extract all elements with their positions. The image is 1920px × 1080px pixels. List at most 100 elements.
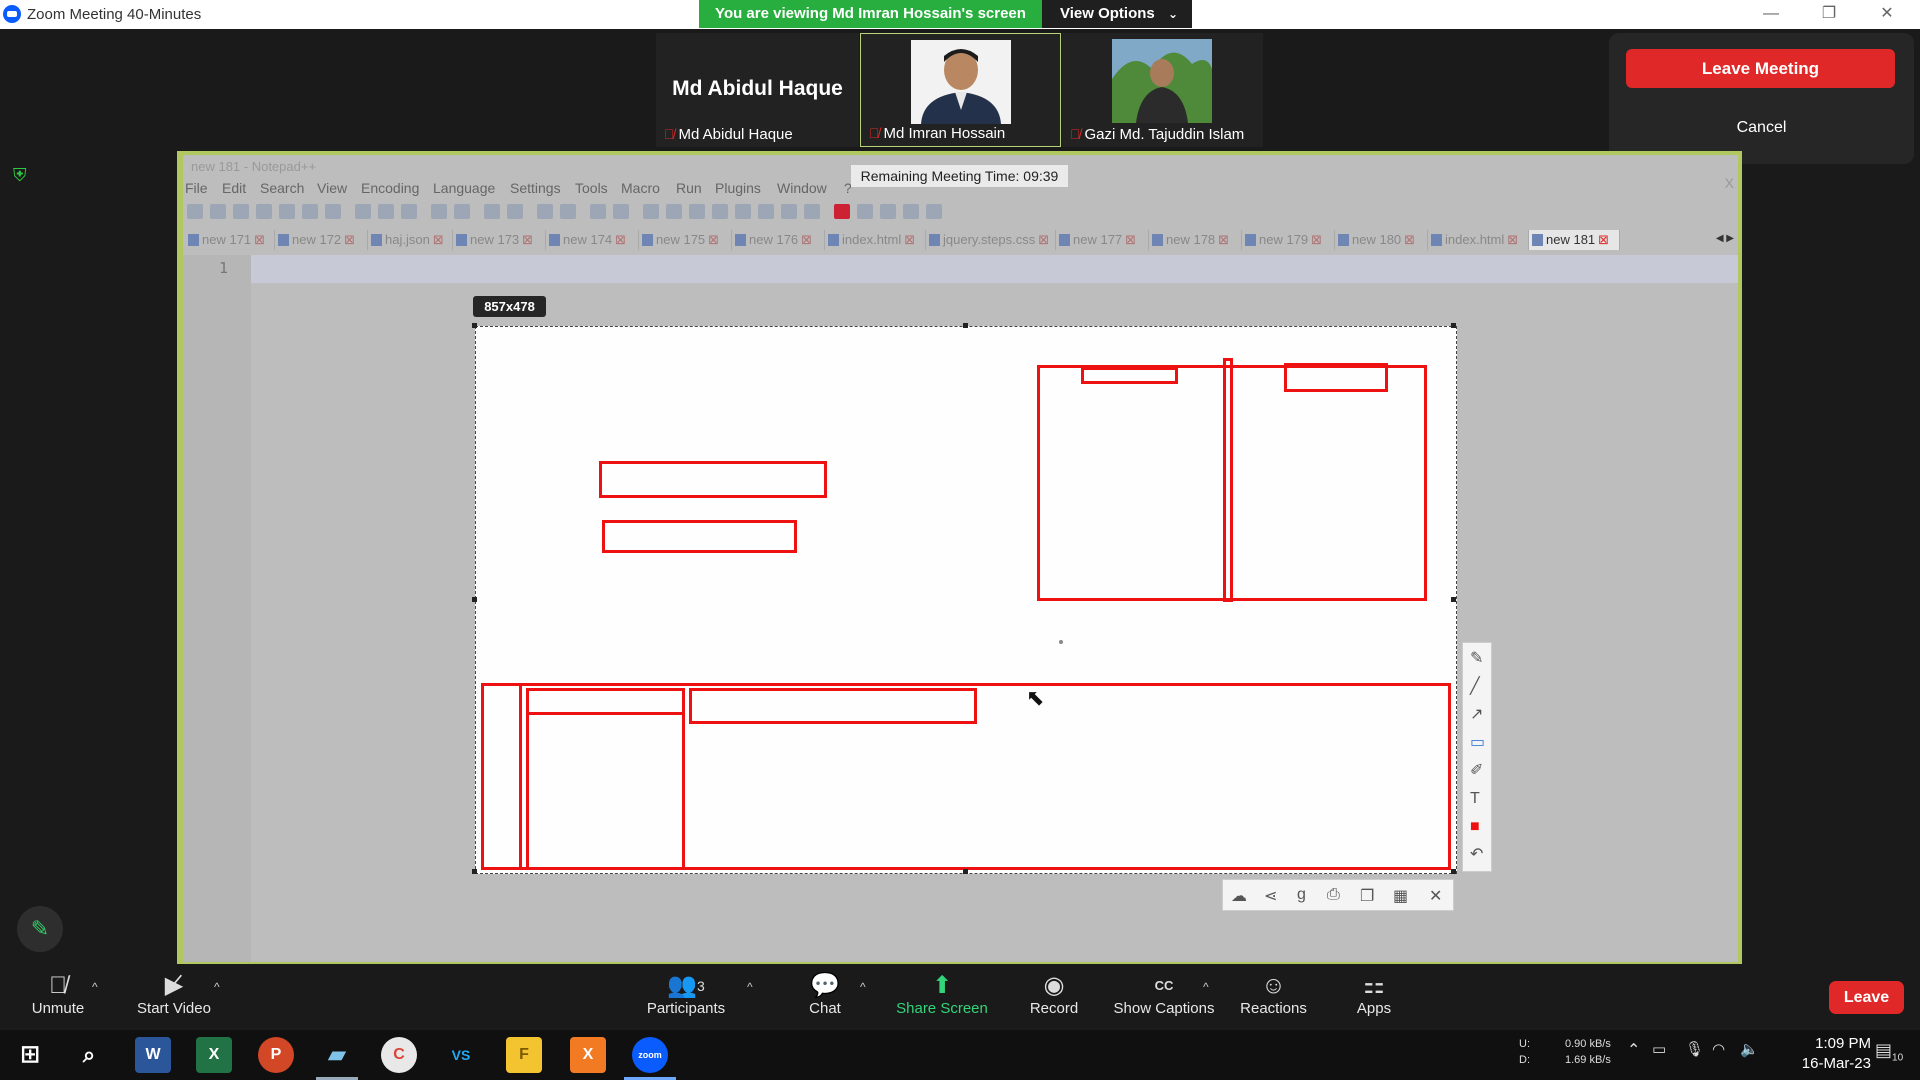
resize-handle[interactable]: [963, 869, 968, 874]
resize-handle[interactable]: [472, 869, 477, 874]
net-upload-label: U:: [1519, 1038, 1530, 1050]
notepad-app-icon[interactable]: ▰: [319, 1037, 355, 1073]
video-options-caret[interactable]: ^: [214, 980, 220, 994]
notepad-toolbar: [183, 200, 1738, 224]
audio-options-caret[interactable]: ^: [92, 980, 98, 994]
microphone-icon[interactable]: 🎙: [1685, 1040, 1704, 1058]
save-icon: [233, 204, 249, 219]
file-explorer-icon[interactable]: F: [506, 1037, 542, 1073]
participant-name: Md Abidul Haque: [678, 126, 793, 143]
redo-icon: [454, 204, 470, 219]
unmute-label: Unmute: [31, 1000, 85, 1017]
print-icon[interactable]: ⎙: [1327, 886, 1340, 904]
chat-button[interactable]: 💬 Chat: [805, 972, 845, 1017]
menu-item: Encoding: [361, 180, 420, 196]
function-list-icon: [758, 204, 774, 219]
copy-icon[interactable]: ❐: [1360, 886, 1374, 906]
zoom-out-icon: [560, 204, 576, 219]
leave-meeting-button[interactable]: Leave Meeting: [1626, 49, 1895, 88]
wrap-icon: [643, 204, 659, 219]
battery-icon[interactable]: ▭: [1652, 1040, 1666, 1058]
wifi-icon[interactable]: ◠: [1712, 1040, 1725, 1058]
menu-item: Tools: [575, 180, 608, 196]
sync-h-icon: [613, 204, 629, 219]
minimize-button[interactable]: —: [1742, 0, 1800, 29]
pen-icon[interactable]: ✎: [1470, 651, 1483, 667]
powerpoint-app-icon[interactable]: P: [258, 1037, 294, 1073]
snip-draw-tools: ✎ ╱ ↗ ▭ ✐ T ■ ↶: [1462, 642, 1492, 872]
new-file-icon: [187, 204, 203, 219]
share-icon[interactable]: ⋖: [1264, 886, 1277, 906]
windows-start-icon[interactable]: ⊞: [12, 1037, 48, 1073]
participants-caret[interactable]: ^: [747, 980, 753, 994]
participant-tile[interactable]: 🎙̸ Gazi Md. Tajuddin Islam: [1062, 33, 1263, 147]
menu-item: Run: [676, 180, 702, 196]
search-google-icon[interactable]: g: [1297, 886, 1306, 904]
annotation-rect: [689, 688, 977, 724]
participants-button[interactable]: 👥3 Participants: [645, 972, 727, 1017]
apps-button[interactable]: ⚏ Apps: [1355, 972, 1393, 1017]
upload-cloud-icon[interactable]: ☁: [1231, 886, 1247, 906]
view-options-button[interactable]: View Options ⌄: [1042, 0, 1192, 28]
chrome-app-icon[interactable]: C: [381, 1037, 417, 1073]
vscode-app-icon[interactable]: VS: [443, 1037, 479, 1073]
save-icon[interactable]: ▦: [1393, 886, 1408, 906]
arrow-icon[interactable]: ↗: [1470, 707, 1483, 723]
clock-time: 1:09 PM: [1815, 1035, 1871, 1052]
security-shield-icon[interactable]: ⛨: [13, 165, 31, 185]
file-tab: new 176 ⊠: [732, 230, 825, 250]
file-tab: index.html ⊠: [1428, 230, 1529, 250]
record-label: Record: [1029, 1000, 1079, 1017]
menu-item: View: [317, 180, 348, 196]
zoom-app-icon[interactable]: zoom: [632, 1037, 668, 1073]
participant-tile-active[interactable]: 🎙̸ Md Imran Hossain: [860, 33, 1061, 147]
show-captions-button[interactable]: CC Show Captions: [1113, 972, 1215, 1017]
start-video-button[interactable]: ▶̸ Start Video: [134, 972, 214, 1017]
share-screen-button[interactable]: ⬆ Share Screen: [896, 972, 988, 1017]
start-video-label: Start Video: [137, 1000, 211, 1017]
line-icon[interactable]: ╱: [1470, 679, 1480, 695]
close-all-icon: [302, 204, 318, 219]
resize-handle[interactable]: [1451, 323, 1456, 328]
file-tab: new 174 ⊠: [546, 230, 639, 250]
marker-icon[interactable]: ✐: [1470, 763, 1483, 779]
share-screen-label: Share Screen: [896, 1000, 988, 1017]
annotate-pencil-icon[interactable]: ✎: [17, 906, 63, 952]
excel-app-icon[interactable]: X: [196, 1037, 232, 1073]
windows-taskbar: ⊞ ⌕ W X P ▰ C VS F X zoom U: D: 0.90 kB/…: [0, 1030, 1920, 1080]
mic-muted-icon: 🎙̸: [664, 126, 675, 142]
participant-tile[interactable]: Md Abidul Haque 🎙̸ Md Abidul Haque: [656, 33, 859, 147]
show-hidden-icons-icon[interactable]: ⌃: [1627, 1040, 1640, 1060]
leave-button[interactable]: Leave: [1829, 981, 1904, 1014]
resize-handle[interactable]: [472, 323, 477, 328]
xampp-app-icon[interactable]: X: [570, 1037, 606, 1073]
file-tab: new 172 ⊠: [275, 230, 368, 250]
notifications-icon[interactable]: ▤10: [1875, 1040, 1903, 1064]
chat-caret[interactable]: ^: [860, 980, 866, 994]
color-picker-icon[interactable]: ■: [1470, 819, 1480, 835]
close-button[interactable]: ✕: [1858, 0, 1916, 29]
resize-handle[interactable]: [472, 597, 477, 602]
resize-handle[interactable]: [1451, 869, 1456, 874]
resize-handle[interactable]: [1451, 597, 1456, 602]
rectangle-icon[interactable]: ▭: [1470, 735, 1485, 751]
stop-macro-icon: [857, 204, 873, 219]
close-icon[interactable]: ✕: [1429, 886, 1442, 906]
taskbar-clock[interactable]: 1:09 PM 16-Mar-23: [1771, 1034, 1871, 1074]
leave-meeting-popup: Leave Meeting Cancel: [1609, 33, 1914, 164]
word-app-icon[interactable]: W: [135, 1037, 171, 1073]
record-button[interactable]: ◉ Record: [1028, 972, 1080, 1017]
text-icon[interactable]: T: [1470, 791, 1480, 807]
restore-button[interactable]: ❐: [1800, 0, 1858, 29]
volume-icon[interactable]: 🔈: [1740, 1040, 1759, 1058]
snip-capture-area[interactable]: [472, 323, 1457, 874]
cancel-button[interactable]: Cancel: [1609, 119, 1914, 137]
captions-caret[interactable]: ^: [1203, 980, 1209, 994]
menu-item: Macro: [621, 180, 660, 196]
resize-handle[interactable]: [963, 323, 968, 328]
undo-icon[interactable]: ↶: [1470, 847, 1483, 863]
record-macro-icon: [834, 204, 850, 219]
reactions-button[interactable]: ☺ Reactions: [1240, 972, 1307, 1017]
search-icon[interactable]: ⌕: [71, 1037, 107, 1073]
unmute-button[interactable]: 🎙̸ Unmute: [25, 972, 91, 1017]
